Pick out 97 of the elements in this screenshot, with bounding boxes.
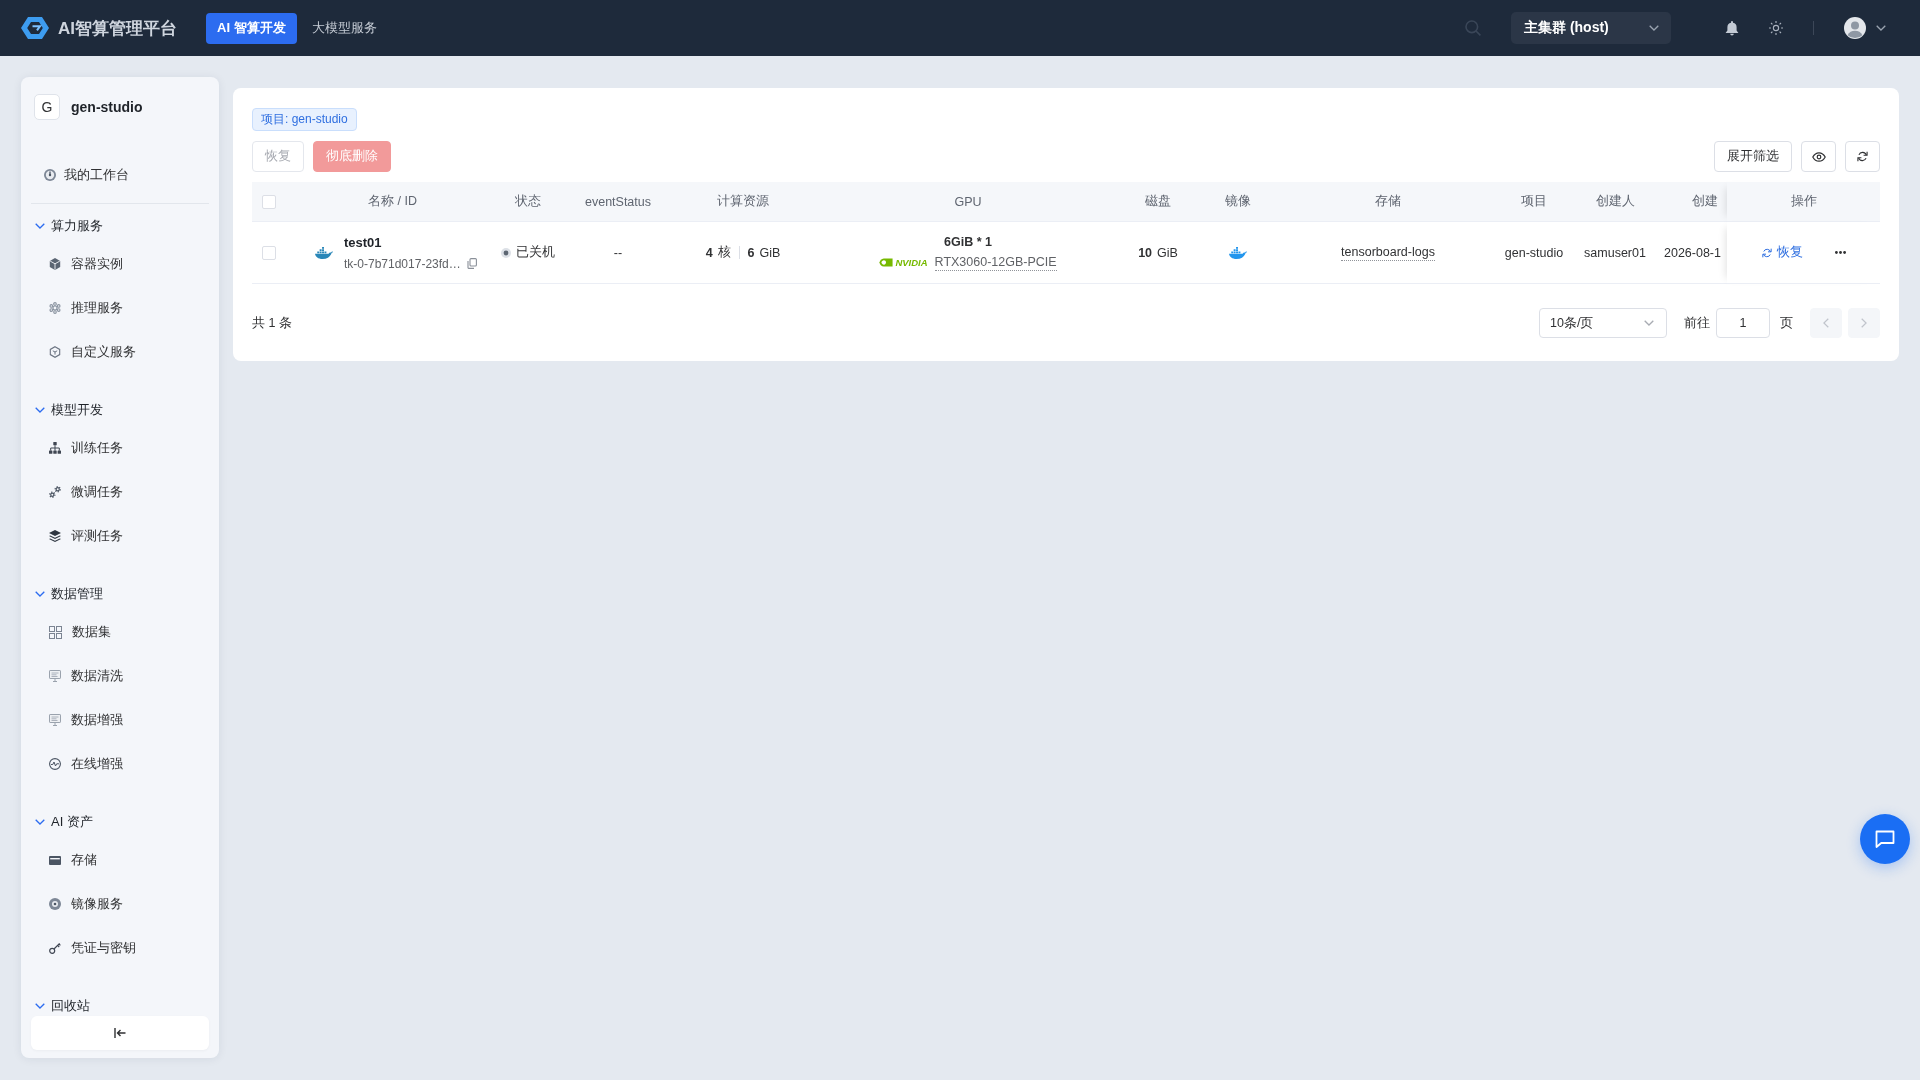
disk-value: 10 (1138, 245, 1153, 260)
gpu-model: RTX3060-12GB-PCIE (934, 254, 1057, 271)
app-title: AI智算管理平台 (58, 17, 177, 40)
column-header: 存储 (1286, 182, 1490, 222)
flower-icon (49, 302, 61, 314)
layers-icon (49, 530, 61, 542)
collapse-icon (114, 1028, 126, 1038)
sun-icon[interactable] (1769, 21, 1783, 35)
checkbox[interactable] (262, 194, 276, 209)
more-icon[interactable] (1835, 251, 1846, 254)
instance-name: test01 (344, 234, 383, 250)
storage-link[interactable]: tensorboard-logs (1341, 244, 1435, 261)
chevron-right-icon (1861, 318, 1867, 328)
monitor-icon (49, 714, 61, 726)
view-button[interactable] (1801, 141, 1836, 172)
avatar-icon[interactable] (1844, 17, 1866, 39)
refresh-icon (1857, 151, 1868, 162)
disk-unit: GiB (1157, 245, 1178, 260)
nav-tab[interactable]: AI 智算开发 (206, 12, 297, 44)
nav-item[interactable]: 数据清洗 (31, 654, 209, 698)
total-count: 共 1 条 (252, 314, 292, 332)
sitemap-icon (49, 442, 61, 454)
gpu-spec: 6GiB * 1 (944, 234, 992, 249)
refresh-icon (1762, 247, 1772, 258)
instance-id: tk-0-7b71d017-23fd… (344, 256, 461, 271)
monitor-icon (49, 670, 61, 682)
cpu-value: 4 (705, 245, 713, 260)
column-header: 操作 (1727, 182, 1880, 222)
nav-item[interactable]: 推理服务 (31, 286, 209, 330)
restore-link[interactable]: 恢复 (1762, 244, 1803, 261)
nav-item[interactable]: 在线增强 (31, 742, 209, 786)
chat-icon (1875, 829, 1895, 849)
logo-icon (21, 17, 49, 39)
column-header: 磁盘 (1126, 182, 1190, 222)
whale-icon (1229, 246, 1247, 259)
nav-item[interactable]: 数据增强 (31, 698, 209, 742)
cpu-unit: 核 (717, 244, 731, 261)
refresh-button[interactable] (1845, 141, 1880, 172)
eye-logo-icon (879, 258, 894, 267)
column-header: 创建人 (1578, 182, 1652, 222)
gauge-icon (44, 169, 56, 181)
column-header: 计算资源 (676, 182, 810, 222)
key-icon (49, 942, 61, 954)
chevron-down-icon (1644, 320, 1654, 326)
column-header: 名称 / ID (290, 182, 495, 222)
checkbox[interactable] (262, 245, 276, 260)
activity-icon (49, 758, 61, 770)
eye-icon (1811, 151, 1826, 162)
group-header[interactable]: 数据管理 (31, 584, 209, 604)
nav-item[interactable]: 容器实例 (31, 242, 209, 286)
group-header[interactable]: 回收站 (31, 996, 209, 1016)
goto-label: 前往 (1684, 314, 1710, 332)
nav-item[interactable]: 自定义服务 (31, 330, 209, 374)
page-suffix: 页 (1780, 314, 1793, 332)
filter-button[interactable]: 展开筛选 (1714, 141, 1792, 172)
memory-unit: GiB (759, 245, 781, 260)
column-header: GPU (810, 182, 1126, 222)
nav-item[interactable]: 微调任务 (31, 470, 209, 514)
workspace-initial: G (34, 94, 60, 120)
nav-item[interactable]: 训练任务 (31, 426, 209, 470)
hexagon-icon (49, 346, 61, 358)
nav-item[interactable]: 评测任务 (31, 514, 209, 558)
group-header[interactable]: AI 资产 (31, 812, 209, 832)
page-input[interactable]: 1 (1716, 308, 1770, 338)
caret-icon[interactable] (1876, 25, 1886, 31)
column-header: eventStatus (560, 182, 676, 222)
group-header[interactable]: 算力服务 (31, 216, 209, 236)
cluster-select[interactable]: 主集群 (host) (1511, 12, 1671, 44)
chat-button[interactable] (1860, 814, 1910, 864)
vendor-name: NVIDIA (895, 257, 928, 268)
workspace-name: gen-studio (71, 99, 143, 115)
copy-icon[interactable] (466, 258, 477, 269)
drive-icon (49, 855, 61, 865)
status-label: 已关机 (515, 244, 555, 261)
nav-item[interactable]: 存储 (31, 838, 209, 882)
bell-icon[interactable] (1725, 20, 1739, 36)
disc-icon (49, 898, 61, 910)
group-header[interactable]: 模型开发 (31, 400, 209, 420)
cube-icon (49, 258, 61, 270)
page-size-select[interactable]: 10条/页 (1539, 308, 1667, 338)
gears-icon (49, 486, 61, 498)
grid-icon (49, 625, 62, 639)
nav-item[interactable]: 数据集 (31, 610, 209, 654)
column-header: 项目 (1490, 182, 1578, 222)
status-dot-icon (500, 247, 511, 258)
filter-tag: 项目: gen-studio (252, 108, 357, 131)
memory-value: 6 (747, 245, 755, 260)
nav-item[interactable]: 凭证与密钥 (31, 926, 209, 970)
column-header: 状态 (495, 182, 560, 222)
chevron-down-icon (1649, 25, 1659, 31)
nav-item[interactable]: 镜像服务 (31, 882, 209, 926)
column-header: 创建 (1652, 182, 1727, 222)
whale-icon (315, 246, 333, 259)
column-header: 镜像 (1190, 182, 1286, 222)
chevron-left-icon (1823, 318, 1829, 328)
nav-tab[interactable]: 大模型服务 (300, 12, 388, 44)
nav-item[interactable]: 我的工作台 (31, 153, 209, 197)
